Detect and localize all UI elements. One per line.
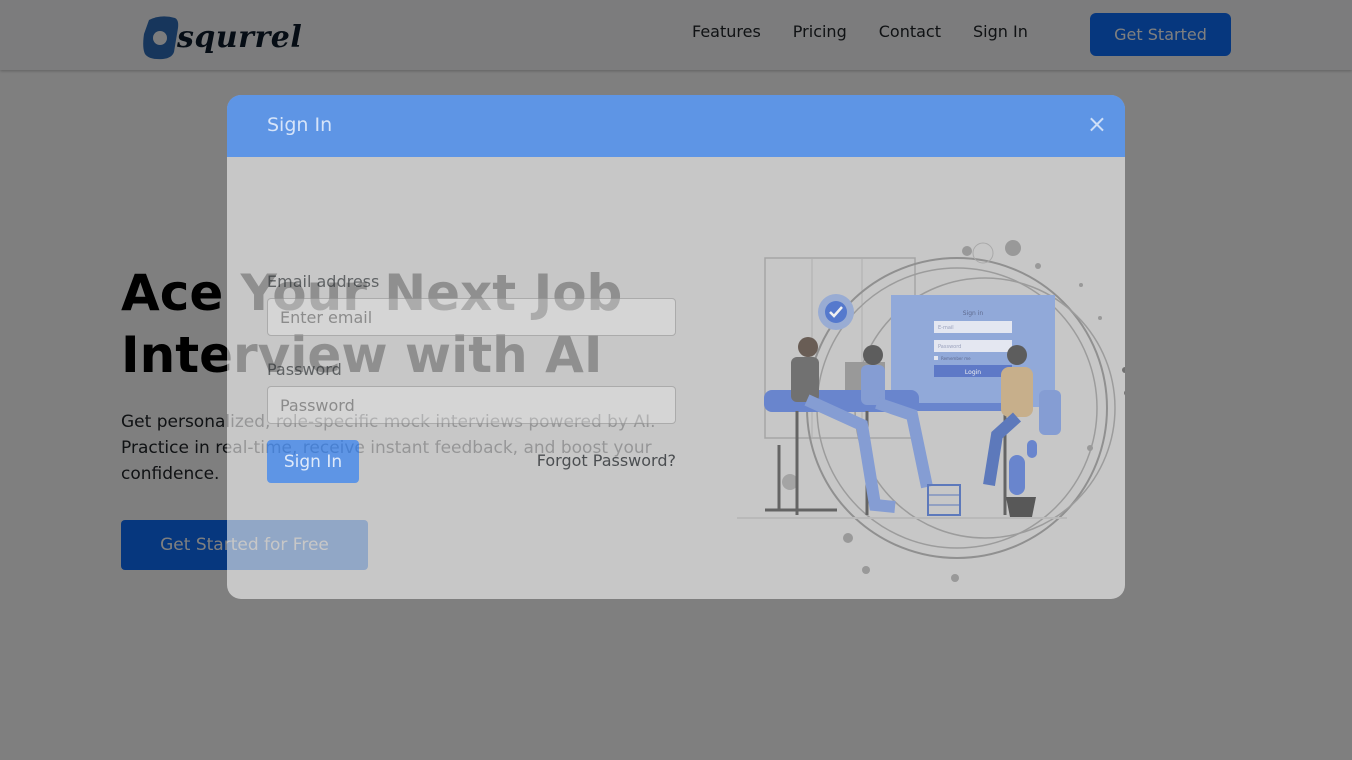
sign-in-illustration: Sign in E-mail Password Remember me Logi… xyxy=(737,240,1125,582)
password-label: Password xyxy=(267,360,342,379)
password-field[interactable] xyxy=(267,386,676,424)
sign-in-form: Email address Password Sign In Forgot Pa… xyxy=(267,272,676,483)
illustration-remember-label: Remember me xyxy=(941,356,971,361)
sign-in-submit-button[interactable]: Sign In xyxy=(267,440,359,483)
modal-header: Sign In × xyxy=(227,95,1125,157)
illustration-email-placeholder: E-mail xyxy=(938,325,954,331)
email-label: Email address xyxy=(267,272,380,291)
illustration-password-placeholder: Password xyxy=(938,344,961,350)
modal-title: Sign In xyxy=(267,114,333,136)
sign-in-modal: Sign In × Email address Password Sign In… xyxy=(227,95,1125,599)
email-field[interactable] xyxy=(267,298,676,336)
close-icon[interactable]: × xyxy=(1087,109,1107,139)
illustration-panel-title: Sign in xyxy=(963,310,984,317)
illustration-login-label: Login xyxy=(965,369,981,376)
forgot-password-link[interactable]: Forgot Password? xyxy=(537,451,676,470)
